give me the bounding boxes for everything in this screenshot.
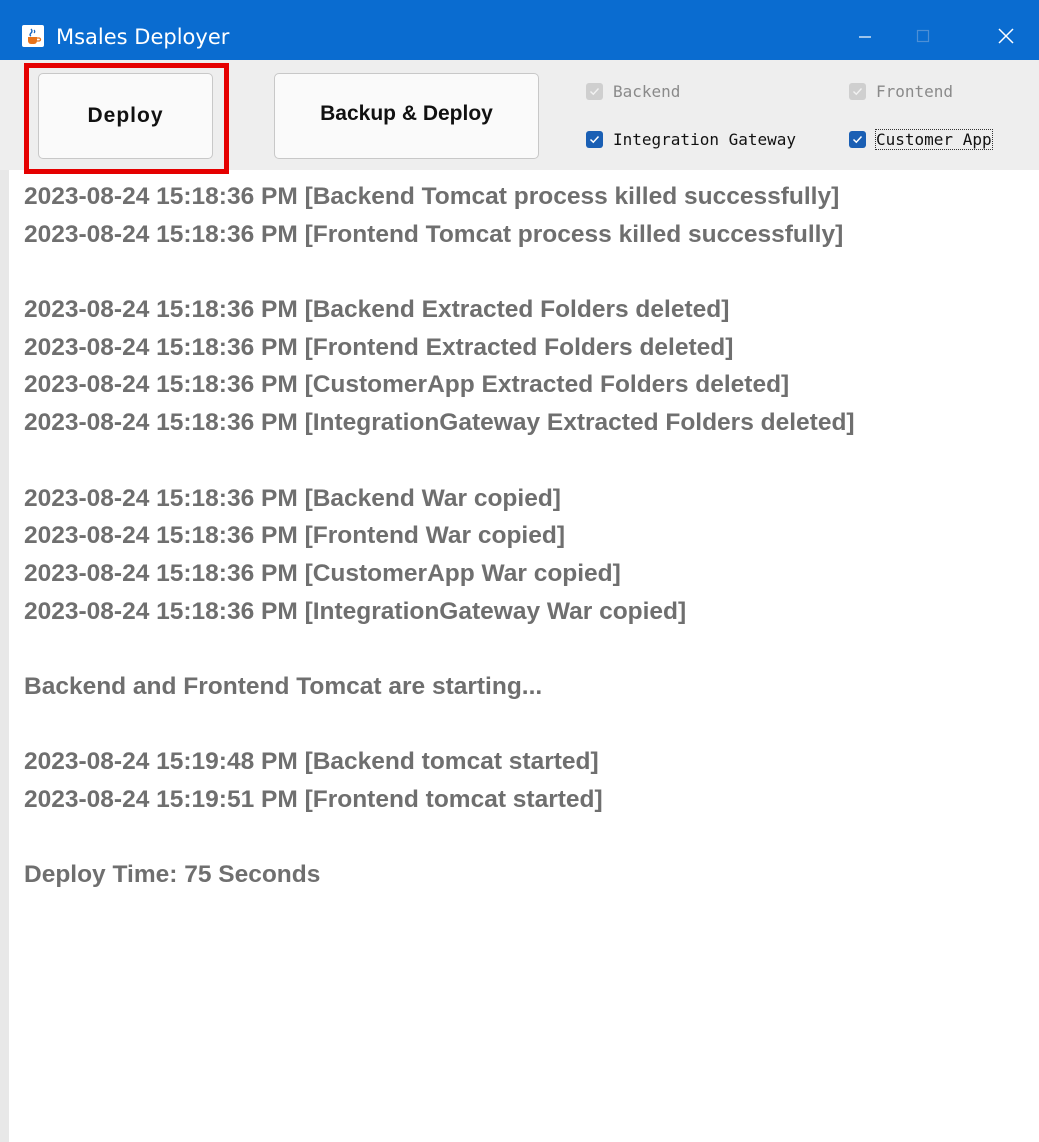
java-cup-icon <box>22 25 44 47</box>
window-title: Msales Deployer <box>56 25 230 49</box>
log-left-border <box>0 170 9 1142</box>
log-line: 2023-08-24 15:19:48 PM [Backend tomcat s… <box>24 748 599 776</box>
checkmark-icon <box>586 83 603 100</box>
log-line: 2023-08-24 15:18:36 PM [Backend Tomcat p… <box>24 183 840 210</box>
log-line: 2023-08-24 15:18:36 PM [Backend War copi… <box>24 484 561 512</box>
log-line <box>24 442 1029 480</box>
log-line: 2023-08-24 15:18:36 PM [CustomerApp War … <box>24 559 621 587</box>
log-line: 2023-08-24 15:18:36 PM [Backend Extracte… <box>24 296 730 324</box>
log-line: 2023-08-24 15:18:36 PM [CustomerApp Extr… <box>24 371 790 399</box>
log-line: 2023-08-24 15:18:36 PM [Frontend Tomcat … <box>24 220 844 248</box>
log-line: 2023-08-24 15:18:36 PM [IntegrationGatew… <box>24 597 687 625</box>
log-line: 2023-08-24 15:19:51 PM [Frontend tomcat … <box>24 786 603 813</box>
checkmark-icon <box>586 131 603 148</box>
backup-deploy-button[interactable]: Backup & Deploy <box>274 73 539 159</box>
log-line: Deploy Time: 75 Seconds <box>24 861 321 889</box>
log-line: 2023-08-24 15:18:36 PM [Frontend War cop… <box>24 522 565 550</box>
customer-app-checkbox-label: Customer App <box>875 129 993 150</box>
customer-app-checkbox[interactable]: Customer App <box>849 129 993 150</box>
integration-gateway-checkbox-label: Integration Gateway <box>613 130 797 149</box>
backend-checkbox[interactable]: Backend <box>586 82 680 101</box>
backend-checkbox-label: Backend <box>613 82 681 101</box>
checkmark-icon <box>849 83 866 100</box>
close-icon[interactable] <box>981 16 1031 56</box>
integration-gateway-checkbox[interactable]: Integration Gateway <box>586 130 796 149</box>
deploy-log[interactable]: 2023-08-24 15:18:36 PM [Backend Tomcat p… <box>24 178 1029 894</box>
log-line <box>24 630 1029 668</box>
frontend-checkbox[interactable]: Frontend <box>849 82 953 101</box>
log-line <box>24 819 1029 857</box>
log-line: Backend and Frontend Tomcat are starting… <box>24 672 543 700</box>
log-line <box>24 253 1029 291</box>
deploy-button-highlight <box>24 63 229 174</box>
app-window: Msales Deployer Deploy Backup & Deploy B… <box>0 0 1039 1142</box>
log-line: 2023-08-24 15:18:36 PM [Frontend Extract… <box>24 333 734 361</box>
minimize-icon[interactable] <box>840 16 890 56</box>
checkmark-icon <box>849 131 866 148</box>
maximize-icon[interactable] <box>898 16 948 56</box>
log-line: 2023-08-24 15:18:36 PM [IntegrationGatew… <box>24 409 855 437</box>
frontend-checkbox-label: Frontend <box>876 82 954 101</box>
log-line <box>24 706 1029 744</box>
title-bar[interactable]: Msales Deployer <box>0 0 1039 60</box>
